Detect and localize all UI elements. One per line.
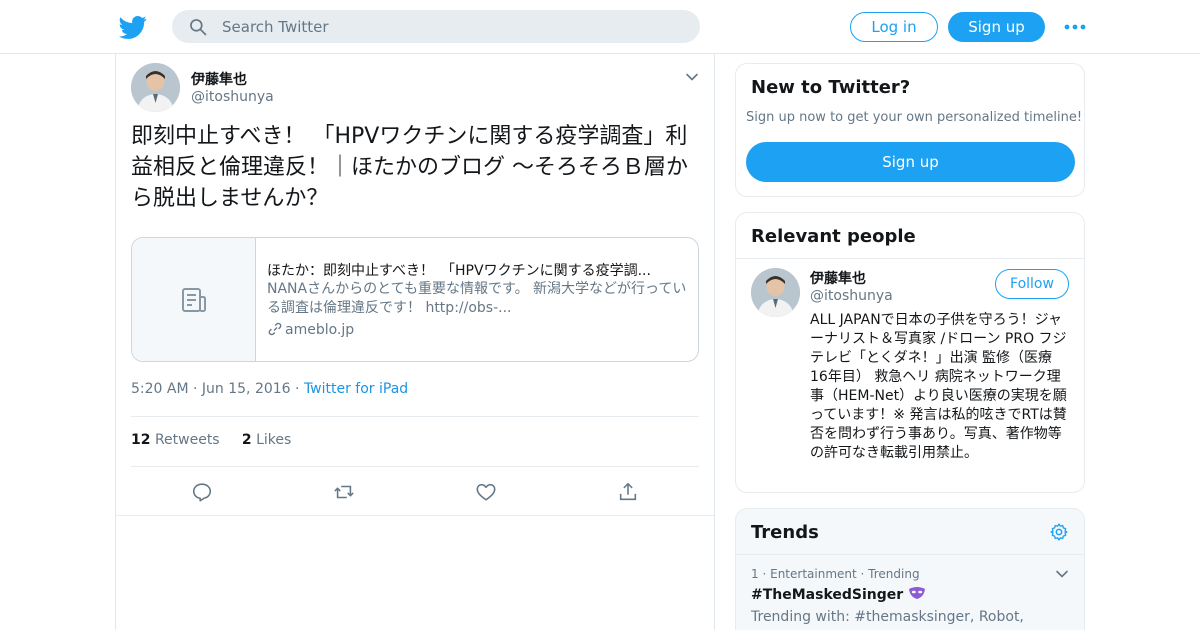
tweet-time: 5:20 AM bbox=[131, 381, 189, 397]
author-handle[interactable]: @itoshunya bbox=[191, 89, 274, 105]
link-icon bbox=[268, 322, 282, 336]
reply-icon[interactable] bbox=[191, 481, 213, 503]
avatar-image bbox=[131, 63, 180, 112]
top-nav: Log in Sign up bbox=[0, 0, 1200, 54]
chevron-down-icon[interactable] bbox=[685, 70, 699, 84]
tweet-stats: 12 Retweets 2 Likes bbox=[131, 432, 291, 448]
card-thumbnail bbox=[132, 238, 256, 361]
like-heart-icon[interactable] bbox=[475, 481, 497, 503]
tweet-source-link[interactable]: Twitter for iPad bbox=[304, 381, 408, 397]
dot-separator: · bbox=[295, 381, 304, 397]
like-count: 2 bbox=[241, 432, 252, 448]
trend-related: Trending with: #themasksinger, Robot, bbox=[751, 609, 1024, 625]
document-icon bbox=[182, 288, 206, 312]
card-title: ほたか：即刻中止すべき！ 「HPVワクチンに関する疫学調... bbox=[267, 263, 651, 279]
divider bbox=[736, 258, 1084, 259]
like-label: Likes bbox=[256, 432, 292, 448]
module-title: Relevant people bbox=[751, 226, 916, 247]
retweet-icon[interactable] bbox=[333, 481, 355, 503]
new-to-twitter-module: New to Twitter? Sign up now to get your … bbox=[735, 63, 1085, 197]
trend-meta: 1 · Entertainment · Trending bbox=[751, 567, 920, 581]
sidebar-signup-button[interactable]: Sign up bbox=[746, 142, 1075, 182]
share-icon[interactable] bbox=[617, 481, 639, 503]
search-icon bbox=[190, 19, 207, 36]
person-avatar[interactable] bbox=[751, 268, 800, 317]
trend-rank: 1 bbox=[751, 567, 759, 581]
trend-item[interactable]: #TheMaskedSinger bbox=[751, 586, 926, 603]
signup-button[interactable]: Sign up bbox=[948, 12, 1045, 42]
person-bio: ALL JAPANで日本の子供を守ろう！ジャーナリスト＆写真家 /ドローン PR… bbox=[810, 312, 1067, 461]
retweet-count: 12 bbox=[131, 432, 151, 448]
retweet-label: Retweets bbox=[154, 432, 220, 448]
more-dots-icon[interactable] bbox=[1064, 19, 1086, 35]
divider bbox=[131, 416, 699, 417]
mask-emoji-icon bbox=[909, 587, 926, 599]
chevron-down-icon[interactable] bbox=[1055, 567, 1069, 581]
dot-separator: · bbox=[193, 381, 202, 397]
tweet-date: Jun 15, 2016 bbox=[201, 381, 291, 397]
divider bbox=[736, 554, 1084, 555]
search-input[interactable] bbox=[222, 10, 682, 43]
twitter-bird-icon[interactable] bbox=[119, 13, 147, 41]
likes-stat[interactable]: 2 Likes bbox=[242, 432, 291, 448]
trends-module: Trends 1 · Entertainment · Trending #The… bbox=[735, 508, 1085, 630]
person-handle[interactable]: @itoshunya bbox=[810, 288, 893, 304]
avatar-image bbox=[751, 268, 800, 317]
link-card[interactable]: ほたか：即刻中止すべき！ 「HPVワクチンに関する疫学調... NANAさんから… bbox=[131, 237, 699, 362]
login-button[interactable]: Log in bbox=[850, 12, 938, 42]
divider bbox=[131, 466, 699, 467]
card-domain-text: ameblo.jp bbox=[285, 322, 355, 338]
module-subtitle: Sign up now to get your own personalized… bbox=[746, 110, 1083, 125]
tweet-text: 即刻中止すべき！ 「HPVワクチンに関する疫学調査」利益相反と倫理違反！｜ほたか… bbox=[131, 124, 688, 211]
relevant-people-module: Relevant people 伊藤隼也 @itoshunya Follow A… bbox=[735, 212, 1085, 493]
search-bar bbox=[172, 10, 700, 43]
divider bbox=[116, 515, 714, 516]
card-description: NANAさんからのとても重要な情報です。 新潟大学などが行っている調査は倫理違反… bbox=[267, 281, 687, 316]
author-avatar[interactable] bbox=[131, 63, 180, 112]
gear-icon[interactable] bbox=[1049, 522, 1069, 542]
trend-hashtag: #TheMaskedSinger bbox=[751, 587, 904, 603]
tweet-column: 伊藤隼也 @itoshunya 即刻中止すべき！ 「HPVワクチンに関する疫学調… bbox=[115, 54, 715, 630]
trend-status: Trending bbox=[868, 567, 920, 581]
trend-category: Entertainment bbox=[770, 567, 857, 581]
author-name[interactable]: 伊藤隼也 bbox=[191, 69, 247, 89]
follow-button[interactable]: Follow bbox=[995, 269, 1069, 299]
tweet-metadata: 5:20 AM · Jun 15, 2016 · Twitter for iPa… bbox=[131, 381, 408, 397]
module-title: New to Twitter? bbox=[751, 77, 911, 98]
dot-separator: · bbox=[762, 567, 771, 581]
card-domain: ameblo.jp bbox=[267, 321, 354, 338]
person-name[interactable]: 伊藤隼也 bbox=[810, 268, 866, 288]
module-title: Trends bbox=[751, 522, 819, 543]
retweets-stat[interactable]: 12 Retweets bbox=[131, 432, 220, 448]
